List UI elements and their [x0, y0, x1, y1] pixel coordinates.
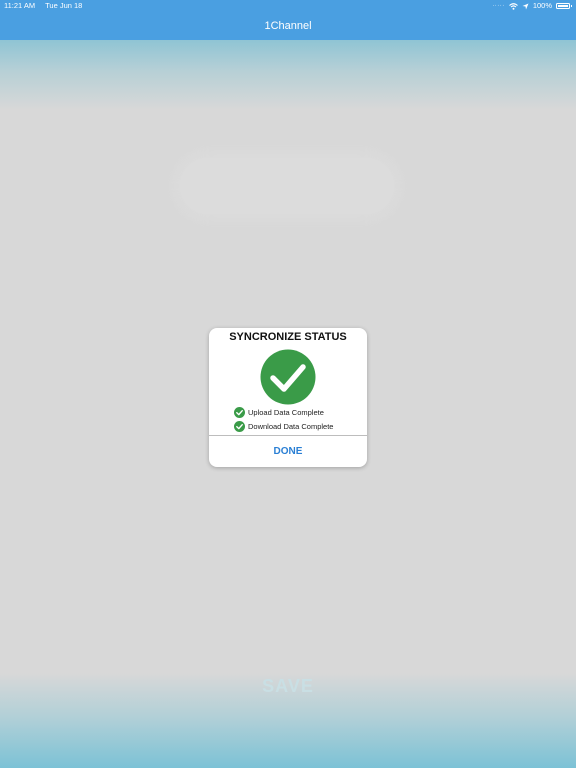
- success-check-icon: [260, 349, 316, 405]
- status-date: Tue Jun 18: [45, 1, 83, 10]
- check-circle-icon: [234, 421, 245, 432]
- status-bar-right: ····· 100%: [492, 0, 572, 12]
- top-background-gradient: [0, 40, 576, 110]
- background-save-button: SAVE: [262, 676, 314, 696]
- navigation-bar: 1Channel: [0, 12, 576, 40]
- status-item-label: Download Data Complete: [248, 422, 334, 431]
- background-input-field: [180, 158, 394, 214]
- sync-status-dialog: SYNCRONIZE STATUS Upload Data Complete D…: [209, 328, 367, 467]
- status-bar: 11:21 AM Tue Jun 18 ····· 100%: [0, 0, 576, 12]
- wifi-icon: [508, 2, 518, 10]
- check-circle-icon: [234, 407, 245, 418]
- status-bar-left: 11:21 AM Tue Jun 18: [4, 0, 90, 12]
- battery-icon: [556, 3, 572, 9]
- status-item-upload: Upload Data Complete: [234, 407, 324, 418]
- status-item-label: Upload Data Complete: [248, 408, 324, 417]
- dialog-title: SYNCRONIZE STATUS: [229, 331, 347, 343]
- signal-icon: ·····: [492, 3, 505, 9]
- location-icon: [522, 3, 529, 9]
- nav-title: 1Channel: [264, 20, 312, 32]
- status-time: 11:21 AM: [4, 1, 36, 10]
- battery-percent: 100%: [532, 1, 552, 10]
- done-button[interactable]: DONE: [209, 436, 367, 467]
- status-item-download: Download Data Complete: [234, 421, 333, 432]
